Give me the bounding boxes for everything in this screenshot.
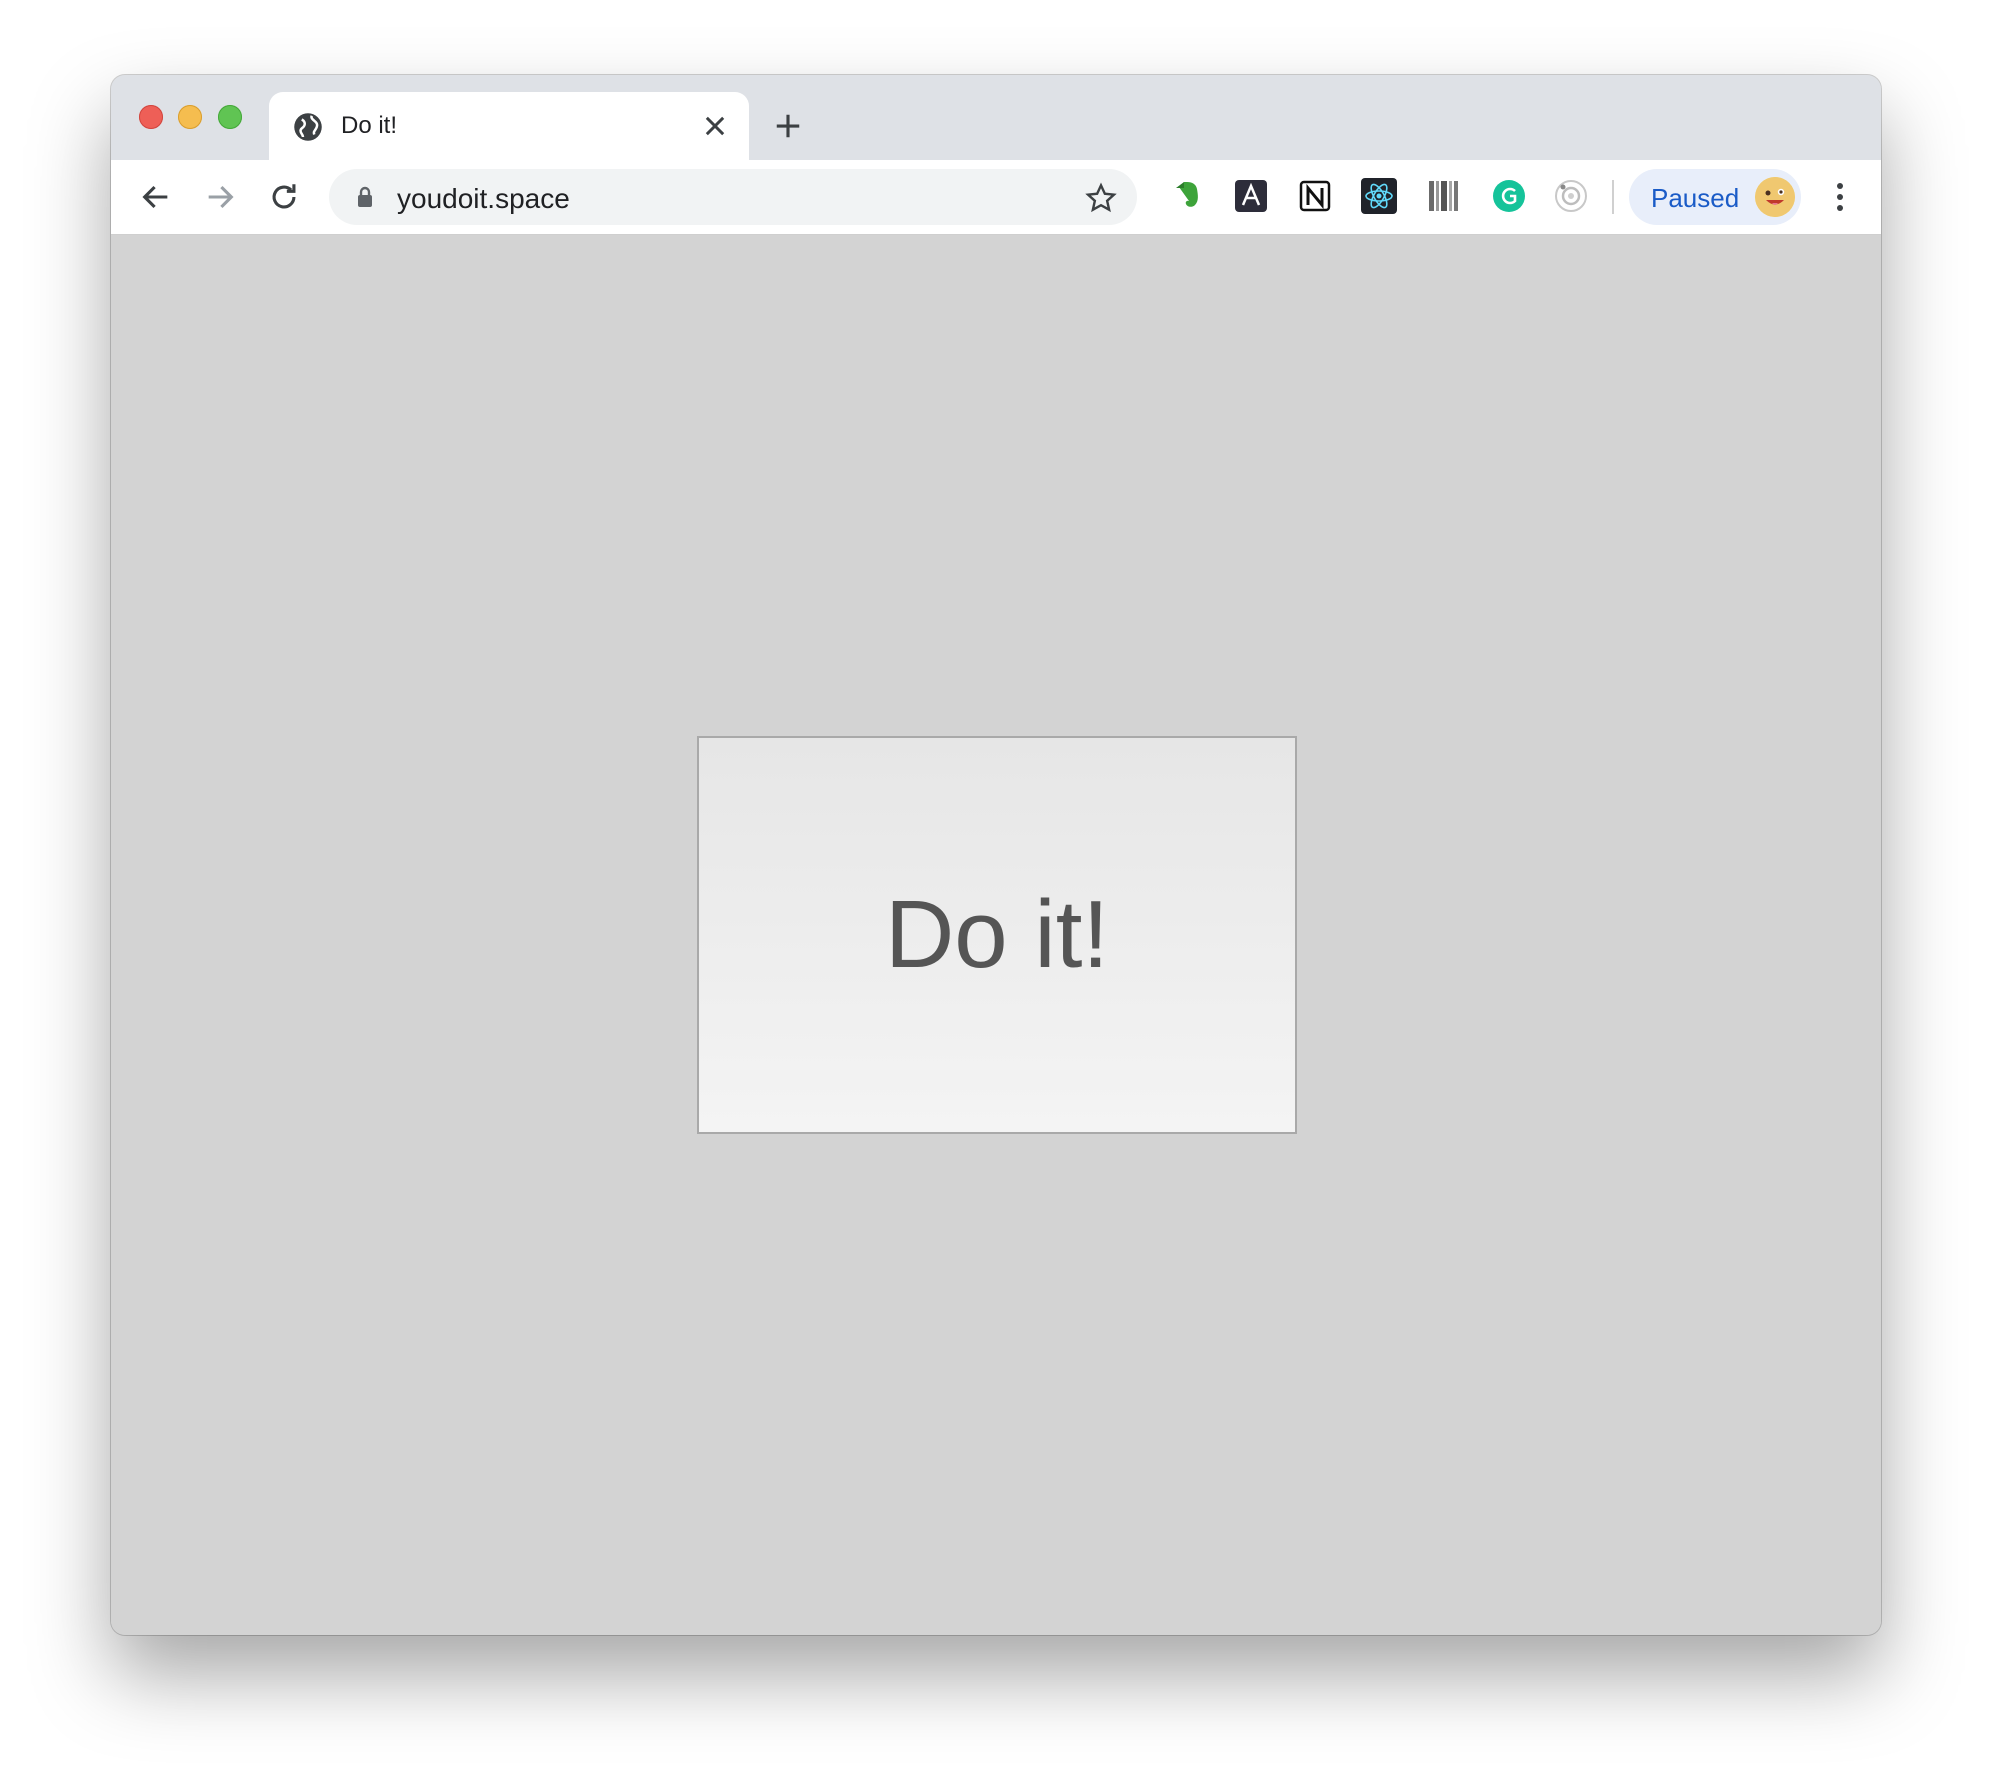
- toolbar: youdoit.space Paused: [111, 160, 1881, 235]
- evernote-icon[interactable]: [1171, 178, 1207, 214]
- back-arrow-icon[interactable]: [139, 180, 173, 214]
- bookmark-star-icon[interactable]: [1085, 182, 1117, 214]
- address-bar[interactable]: youdoit.space: [329, 169, 1137, 225]
- tab-do-it[interactable]: Do it!: [269, 92, 749, 160]
- tab-title: Do it!: [341, 112, 398, 139]
- url-text[interactable]: youdoit.space: [397, 183, 570, 215]
- notion-icon[interactable]: [1297, 178, 1333, 214]
- reload-icon[interactable]: [267, 180, 301, 214]
- minimize-window-button[interactable]: [178, 105, 202, 129]
- forward-arrow-icon[interactable]: [203, 180, 237, 214]
- close-window-button[interactable]: [139, 105, 163, 129]
- grammarly-icon[interactable]: [1487, 174, 1531, 218]
- barcode-icon[interactable]: [1425, 178, 1461, 214]
- browser-window: Do it! youdoit.space Paused Do it!: [111, 75, 1881, 1635]
- maximize-window-button[interactable]: [218, 105, 242, 129]
- profile-button[interactable]: Paused: [1629, 169, 1801, 225]
- font-app-icon[interactable]: [1233, 178, 1269, 214]
- profile-status-label: Paused: [1651, 183, 1740, 213]
- new-tab-icon[interactable]: [773, 111, 803, 141]
- globe-icon: [294, 113, 322, 141]
- lock-icon[interactable]: [355, 186, 375, 208]
- do-it-button[interactable]: Do it!: [697, 736, 1297, 1134]
- toolbar-separator: [1612, 180, 1614, 214]
- avatar-icon: [1755, 177, 1795, 217]
- react-icon[interactable]: [1361, 178, 1397, 214]
- title-bar: Do it!: [111, 75, 1881, 160]
- close-tab-icon[interactable]: [701, 112, 729, 140]
- more-menu-icon[interactable]: [1828, 180, 1852, 214]
- camera-icon[interactable]: [1553, 178, 1589, 214]
- page-content: Do it!: [111, 235, 1881, 1635]
